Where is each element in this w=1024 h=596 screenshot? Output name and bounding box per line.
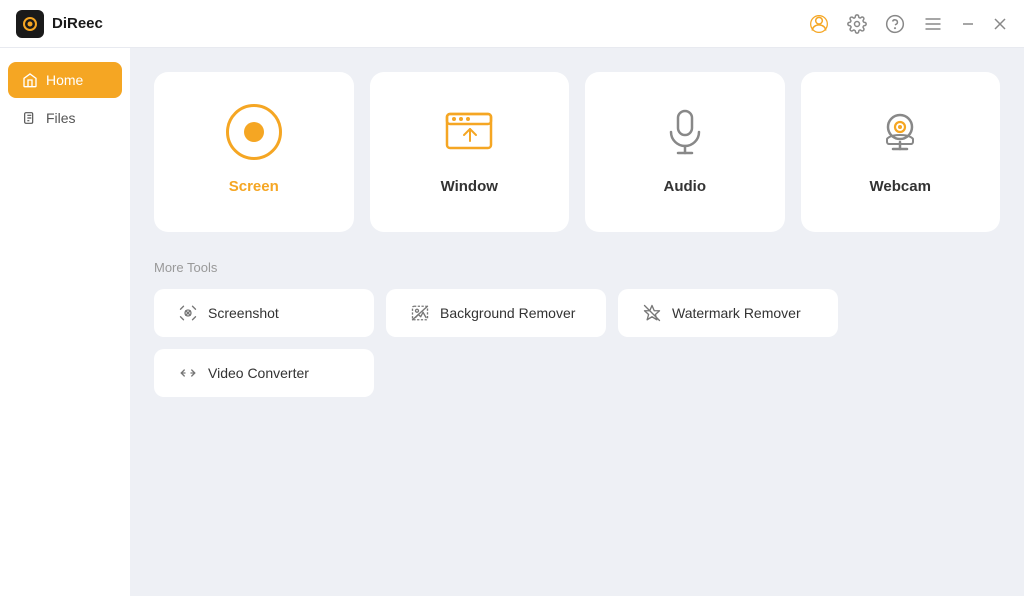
webcam-card-label: Webcam bbox=[870, 178, 931, 195]
settings-icon[interactable] bbox=[846, 13, 868, 35]
screen-card-icon bbox=[222, 100, 286, 164]
window-card-label: Window bbox=[441, 178, 498, 195]
screenshot-tool-btn[interactable]: Screenshot bbox=[154, 289, 374, 337]
record-cards-row: Screen Window bbox=[154, 72, 1000, 232]
window-card[interactable]: Window bbox=[370, 72, 570, 232]
home-icon bbox=[22, 72, 38, 88]
menu-icon[interactable] bbox=[922, 13, 944, 35]
app-name: DiReec bbox=[52, 15, 103, 32]
sidebar-item-files[interactable]: Files bbox=[8, 100, 122, 136]
app-logo: DiReec bbox=[16, 10, 103, 38]
profile-icon[interactable] bbox=[808, 13, 830, 35]
content-area: Screen Window bbox=[130, 48, 1024, 596]
help-icon[interactable] bbox=[884, 13, 906, 35]
background-remover-icon bbox=[410, 303, 430, 323]
screen-card[interactable]: Screen bbox=[154, 72, 354, 232]
close-button[interactable] bbox=[992, 16, 1008, 32]
titlebar-actions bbox=[808, 13, 1008, 35]
video-converter-tool-label: Video Converter bbox=[208, 365, 309, 381]
sidebar-item-home[interactable]: Home bbox=[8, 62, 122, 98]
watermark-remover-tool-label: Watermark Remover bbox=[672, 305, 801, 321]
audio-card-icon bbox=[653, 100, 717, 164]
watermark-remover-icon bbox=[642, 303, 662, 323]
sidebar-home-label: Home bbox=[46, 72, 83, 88]
audio-card[interactable]: Audio bbox=[585, 72, 785, 232]
watermark-remover-tool-btn[interactable]: Watermark Remover bbox=[618, 289, 838, 337]
window-card-icon bbox=[437, 100, 501, 164]
background-remover-tool-btn[interactable]: Background Remover bbox=[386, 289, 606, 337]
titlebar: DiReec bbox=[0, 0, 1024, 48]
logo-icon bbox=[16, 10, 44, 38]
screenshot-tool-label: Screenshot bbox=[208, 305, 279, 321]
logo-inner-icon bbox=[23, 17, 37, 31]
sidebar: Home Files bbox=[0, 48, 130, 596]
tools-grid: Screenshot Background Remover bbox=[154, 289, 1000, 397]
video-converter-icon bbox=[178, 363, 198, 383]
background-remover-tool-label: Background Remover bbox=[440, 305, 575, 321]
sidebar-files-label: Files bbox=[46, 110, 76, 126]
audio-card-label: Audio bbox=[664, 178, 707, 195]
more-tools-section: More Tools Screenshot bbox=[154, 260, 1000, 397]
webcam-card-icon bbox=[868, 100, 932, 164]
webcam-card[interactable]: Webcam bbox=[801, 72, 1001, 232]
main-layout: Home Files Screen bbox=[0, 48, 1024, 596]
more-tools-label: More Tools bbox=[154, 260, 1000, 275]
minimize-button[interactable] bbox=[960, 16, 976, 32]
screen-card-label: Screen bbox=[229, 178, 279, 195]
files-icon bbox=[22, 110, 38, 126]
video-converter-tool-btn[interactable]: Video Converter bbox=[154, 349, 374, 397]
screenshot-icon bbox=[178, 303, 198, 323]
